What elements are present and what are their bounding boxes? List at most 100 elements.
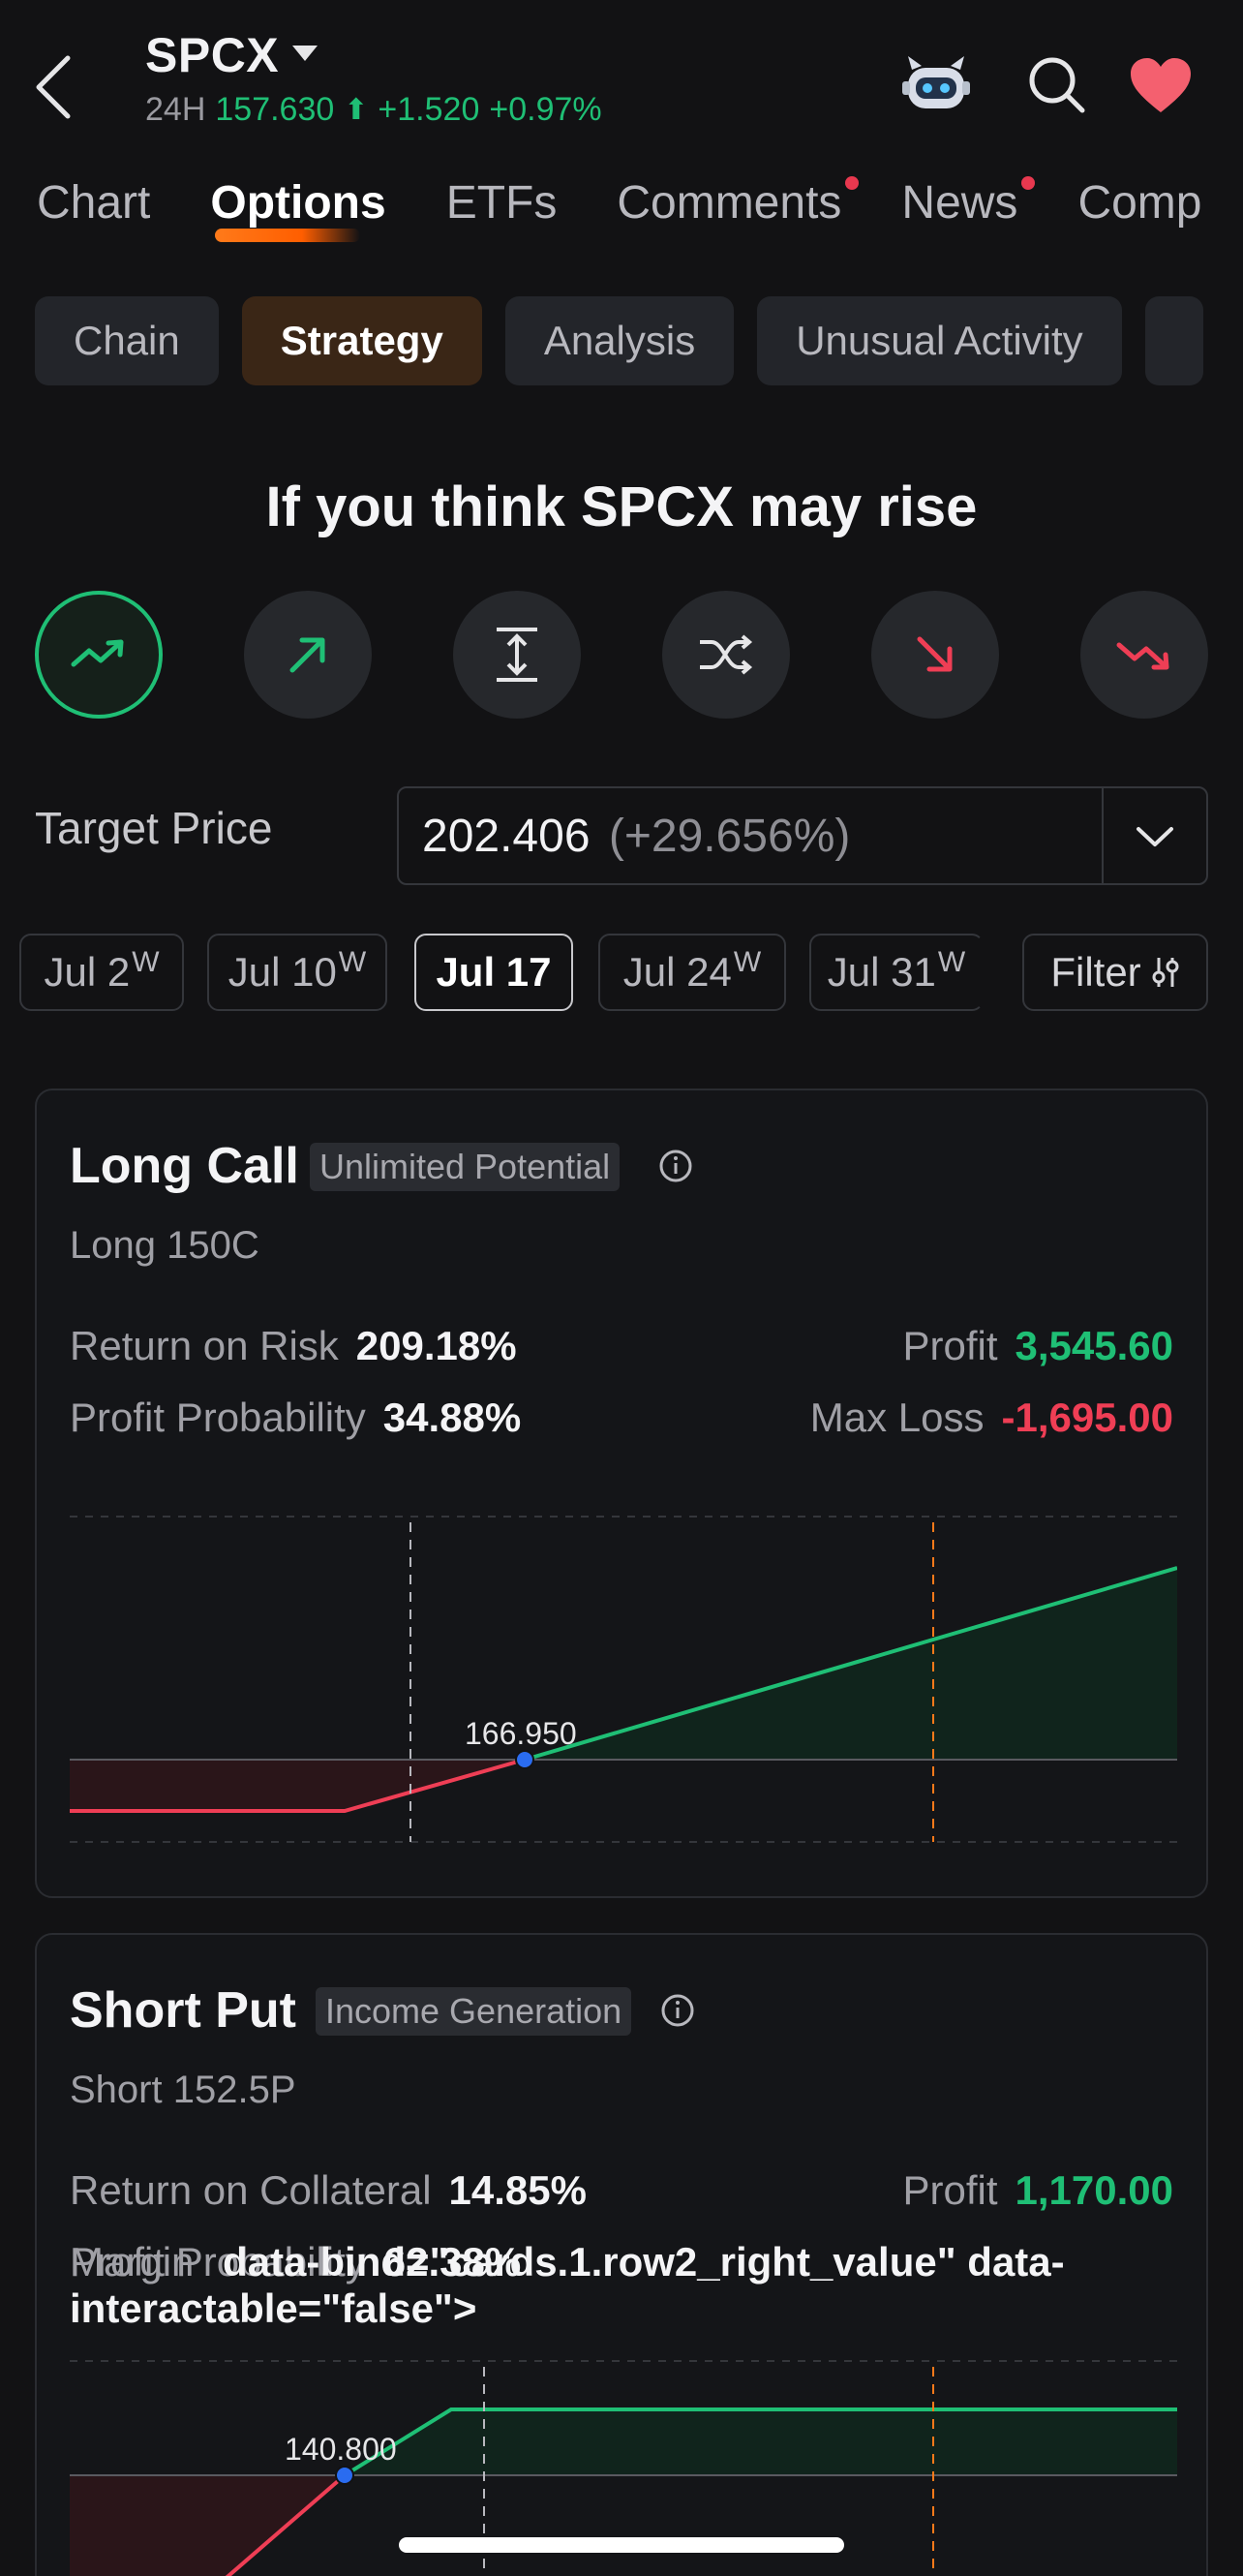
up-arrow-icon: ⬆ [344,94,369,126]
metric-label: Return on Risk [70,1323,339,1368]
weekly-marker: W [338,946,367,978]
expiration-dates: Jul 2W Jul 10 W Jul 17 Jul 24 W Jul 31 W Fi… [19,934,1210,1011]
last-price: 157.630 [215,91,335,128]
profit-value: 3,545.60 [1015,1323,1174,1368]
date-chip[interactable]: Jul 24 W [598,934,786,1011]
target-price-pct: (+29.656%) [608,811,851,862]
metric-label: Profit Probability [70,1395,366,1440]
strategy-card-long-call[interactable]: Long Call Unlimited Potential Long 150C … [35,1089,1208,1898]
breakeven-point [515,1750,534,1769]
sentiment-selector [35,591,1208,719]
metrics-row: Return on Collateral 14.85% Profit 1,170.0… [70,2167,1173,2222]
strategy-legs: Long 150C [70,1224,259,1267]
target-price-value[interactable]: 202.406 (+29.656%) [422,810,850,863]
subtab-more[interactable] [1144,296,1203,385]
ticker-symbol[interactable]: SPCX [145,27,279,83]
date-chip-label: Jul 31 [827,949,936,995]
weekly-marker: W [937,946,966,978]
breakeven-label: 140.800 [285,2432,397,2467]
target-price-number: 202.406 [422,811,591,862]
filter-button[interactable]: Filter [1022,934,1208,1011]
search-icon[interactable] [1026,54,1086,114]
metric-label: Profit [902,2167,998,2213]
subtab-chain[interactable]: Chain [35,296,219,385]
date-chip-label: Jul 2 [44,949,131,995]
rise-icon[interactable] [244,591,372,719]
price-change: +1.520 [378,91,480,128]
range-icon[interactable] [453,591,581,719]
strategy-legs: Short 152.5P [70,2069,296,2111]
home-indicator[interactable] [399,2537,844,2553]
strategy-headline: If you think SPCX may rise [265,475,978,538]
tab-etfs[interactable]: ETFs [446,176,558,254]
target-price-input[interactable]: 202.406 (+29.656%) [397,786,1208,885]
metric-label: Return on Collateral [70,2167,432,2213]
strategy-card-short-put[interactable]: Short Put Income Generation Short 152.5P… [35,1933,1208,2576]
weekly-marker: W [132,946,160,978]
price-change-pct: +0.97% [489,91,602,128]
subtab-unusual-activity[interactable]: Unusual Activity [757,296,1122,385]
strategy-tag: Income Generation [316,1987,632,2036]
breakeven-point [335,2466,354,2485]
notification-dot [845,176,860,190]
loss-area [70,2475,345,2576]
notification-dot [1021,176,1036,190]
info-icon[interactable] [660,1993,695,2028]
date-chip[interactable]: Jul 10 W [207,934,387,1011]
date-chip-label: Jul 17 [436,949,552,995]
options-subtabs: Chain Strategy Analysis Unusual Activity [35,296,1203,385]
chevron-down-icon[interactable] [290,43,319,64]
tab-options[interactable]: Options [210,176,385,254]
date-chip-label: Jul 10 [227,949,337,995]
robot-assistant-icon[interactable] [900,52,972,114]
filter-sliders-icon [1152,958,1179,987]
date-chip[interactable]: Jul 31 W [809,934,984,1011]
margin-value: data-bind="cards.1.row2_right_value" dat… [70,2239,1065,2331]
metric-label: Margin [70,2239,195,2285]
date-chip-selected[interactable]: Jul 17 [414,934,573,1011]
filter-label: Filter [1050,949,1141,995]
fall-icon[interactable] [871,591,999,719]
quote-row: 24H 157.630 ⬆ +1.520 +0.97% [145,91,602,129]
strategy-tag: Unlimited Potential [310,1143,621,1191]
active-tab-indicator [215,229,360,242]
top-tabs: Chart Options ETFs Comments News Comp [37,176,1243,254]
strategy-title: Long Call [70,1138,299,1194]
back-arrow-icon[interactable] [31,52,77,122]
profit-area [345,2409,1177,2475]
info-icon[interactable] [658,1149,693,1183]
tab-comments[interactable]: Comments [617,176,860,254]
chevron-down-icon[interactable] [1135,819,1175,854]
profit-value: 1,170.00 [1015,2167,1174,2213]
subtab-analysis[interactable]: Analysis [504,296,735,385]
header: SPCX 24H 157.630 ⬆ +1.520 +0.97% [0,0,1243,145]
divider [1102,788,1104,883]
loss-area [70,1760,525,1811]
metric-label: Max Loss [809,1395,985,1440]
metrics-row: Profit Probability 62.38% Margin data-bin… [70,2239,1173,2331]
max-loss-value: -1,695.00 [1001,1395,1173,1440]
date-chip[interactable]: Jul 2W [19,934,184,1011]
breakeven-label: 166.950 [465,1716,577,1751]
metrics-row: Profit Probability 34.88% Max Loss -1,695.… [70,1395,1173,1449]
date-chip-label: Jul 24 [622,949,732,995]
subtab-strategy[interactable]: Strategy [241,296,482,385]
tab-news[interactable]: News [901,176,1036,254]
metric-label: Profit [902,1323,998,1368]
target-price-label: Target Price [35,803,273,853]
volatility-shuffle-icon[interactable] [662,591,790,719]
favorite-heart-icon[interactable] [1129,56,1193,114]
strong-fall-icon[interactable] [1080,591,1208,719]
metrics-row: Return on Risk 209.18% Profit 3,545.60 [70,1323,1173,1377]
profit-probability-value: 34.88% [382,1395,522,1440]
session-label: 24H [145,91,206,128]
tab-comments-label: Comments [617,177,842,229]
return-on-risk-value: 209.18% [355,1323,517,1368]
return-on-collateral-value: 14.85% [448,2167,587,2213]
tab-chart[interactable]: Chart [37,176,150,254]
strong-rise-icon[interactable] [35,591,163,719]
payoff-chart: 166.950 [70,1516,1177,1843]
strategy-title: Short Put [70,1982,296,2039]
tab-company[interactable]: Comp [1077,176,1201,254]
weekly-marker: W [733,946,762,978]
